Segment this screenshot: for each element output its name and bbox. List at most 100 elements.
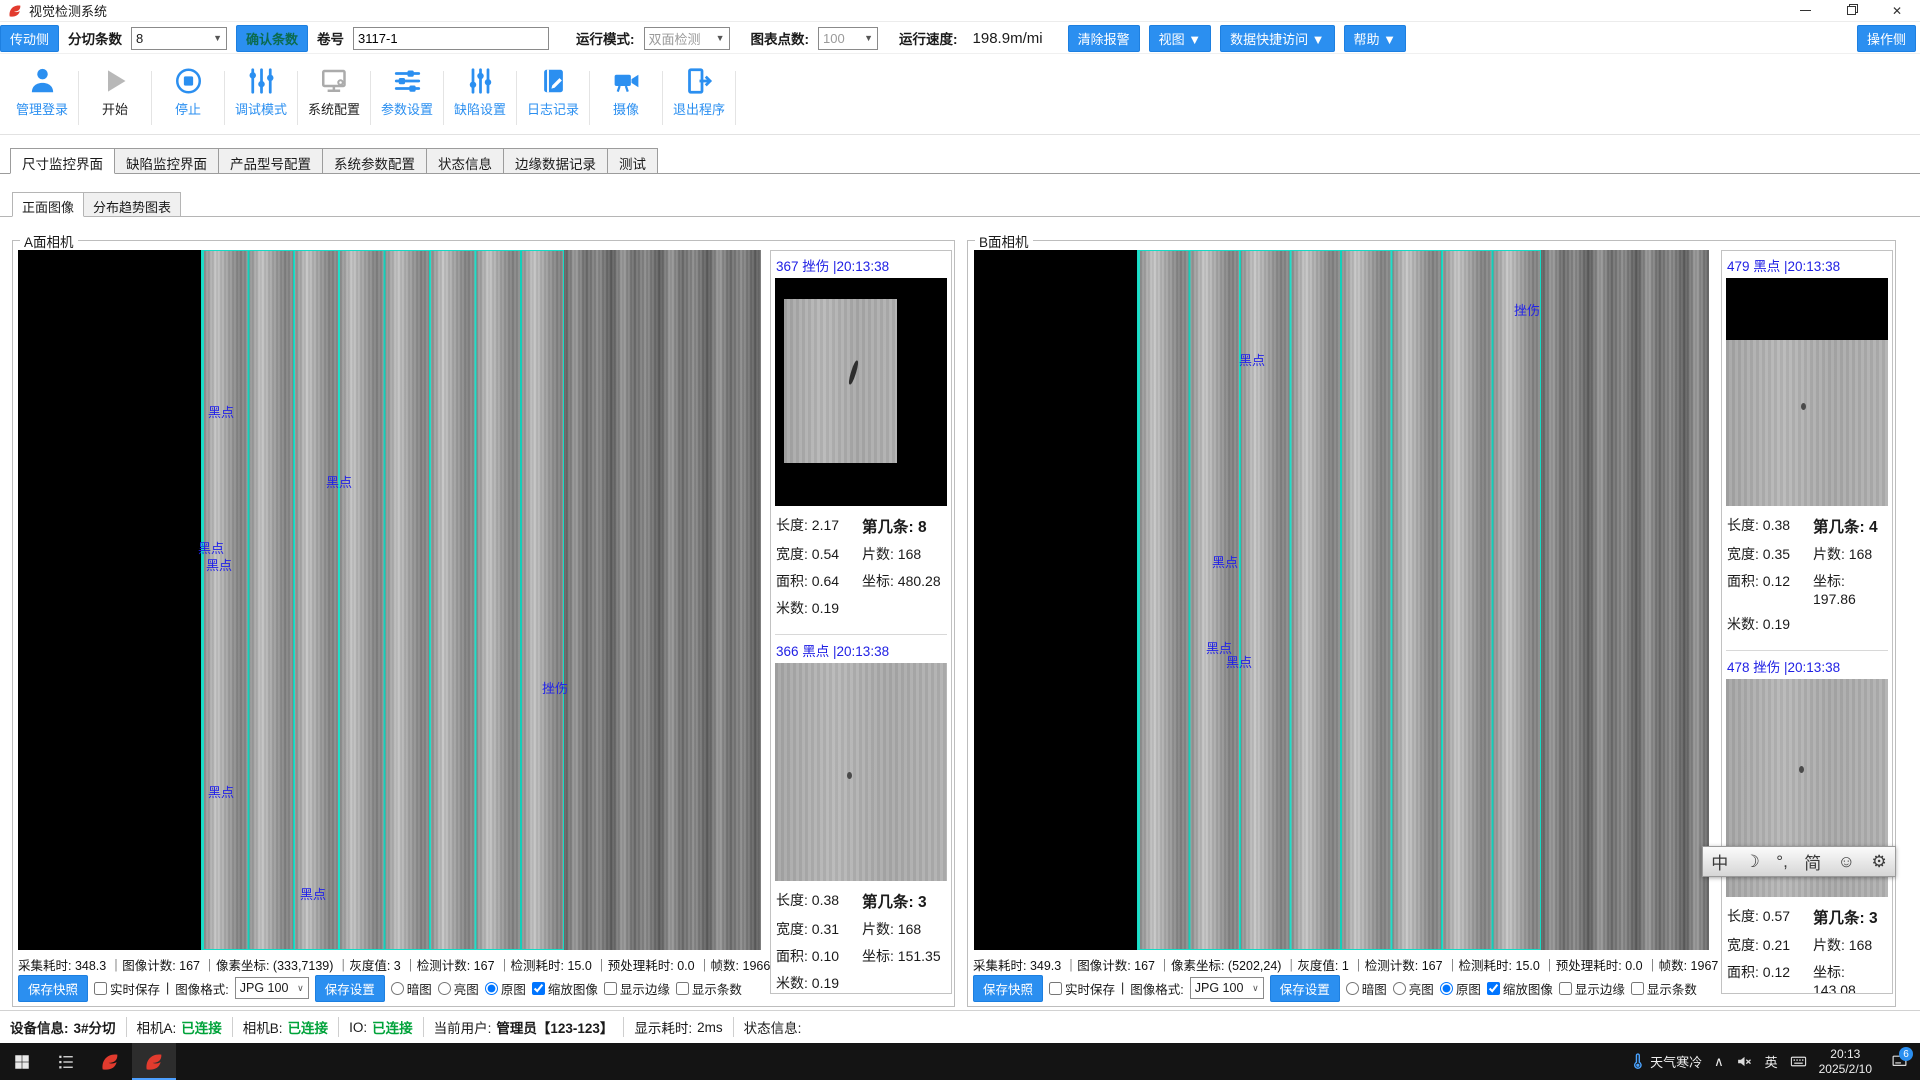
ime-emoji-icon[interactable]: ☺ (1838, 852, 1855, 872)
start-button[interactable] (0, 1043, 44, 1080)
defect-settings-button[interactable]: 缺陷设置 (444, 59, 516, 118)
realtime-save-checkbox[interactable]: 实时保存 (94, 979, 160, 998)
vision-app-icon (99, 1051, 121, 1073)
data-quick-access-menu-button[interactable]: 数据快捷访问 ▼ (1220, 25, 1334, 52)
show-strips-checkbox[interactable]: 显示条数 (1631, 979, 1697, 998)
camera-b-defect-panel: 479 黑点 |20:13:38 长度: 0.38 第几条: 4 宽度: 0.3… (1721, 250, 1893, 994)
tab-test[interactable]: 测试 (608, 148, 658, 174)
admin-login-button[interactable]: 管理登录 (6, 59, 78, 118)
tab-status-info[interactable]: 状态信息 (427, 148, 504, 174)
operator-side-button[interactable]: 操作侧 (1857, 25, 1916, 52)
stat-empty (862, 598, 946, 618)
stat-empty (862, 973, 946, 993)
checkbox[interactable] (1559, 982, 1572, 995)
image-format-select[interactable]: JPG 100∨ (235, 977, 309, 999)
checkbox[interactable] (1487, 982, 1500, 995)
clear-alarm-button[interactable]: 清除报警 (1068, 25, 1140, 52)
original-image-label: 原图 (1456, 979, 1481, 998)
realtime-save-checkbox[interactable]: 实时保存 (1049, 979, 1115, 998)
dark-image-radio[interactable]: 暗图 (1346, 979, 1387, 998)
restore-button[interactable] (1828, 0, 1874, 22)
ime-simplified-mode[interactable]: 简 (1804, 849, 1821, 874)
original-image-radio[interactable]: 原图 (485, 979, 526, 998)
checkbox[interactable] (94, 982, 107, 995)
tab-size-monitor[interactable]: 尺寸监控界面 (10, 148, 115, 174)
minimize-button[interactable] (1782, 0, 1828, 22)
defect-thumbnail[interactable] (775, 663, 947, 881)
show-strips-label: 显示条数 (692, 979, 742, 998)
radio[interactable] (485, 982, 498, 995)
stat-pieces: 片数: 168 (1813, 544, 1887, 564)
save-settings-button[interactable]: 保存设置 (1270, 975, 1340, 1002)
ime-halfmoon-icon[interactable]: ☽ (1745, 852, 1760, 872)
touch-keyboard-icon[interactable] (1790, 1053, 1807, 1070)
checkbox[interactable] (1631, 982, 1644, 995)
save-settings-button[interactable]: 保存设置 (315, 975, 385, 1002)
radio[interactable] (1440, 982, 1453, 995)
view-menu-button[interactable]: 视图 ▼ (1149, 25, 1211, 52)
zoom-image-label: 缩放图像 (1503, 979, 1553, 998)
tab-defect-monitor[interactable]: 缺陷监控界面 (115, 148, 219, 174)
bright-image-radio[interactable]: 亮图 (1393, 979, 1434, 998)
checkbox[interactable] (604, 982, 617, 995)
system-config-button[interactable]: 系统配置 (298, 59, 370, 118)
dark-image-radio[interactable]: 暗图 (391, 979, 432, 998)
clock-widget[interactable]: 20:13 2025/2/10 (1819, 1047, 1872, 1077)
tab-product-model-config[interactable]: 产品型号配置 (219, 148, 323, 174)
bright-image-radio[interactable]: 亮图 (438, 979, 479, 998)
radio[interactable] (438, 982, 451, 995)
subtab-trend-chart[interactable]: 分布趋势图表 (84, 192, 181, 217)
checkbox[interactable] (676, 982, 689, 995)
defect-card: 479 黑点 |20:13:38 长度: 0.38 第几条: 4 宽度: 0.3… (1726, 253, 1888, 638)
pinned-app-button[interactable] (88, 1043, 132, 1080)
close-button[interactable]: ✕ (1874, 0, 1920, 22)
defect-thumbnail[interactable] (775, 278, 947, 506)
task-view-button[interactable] (44, 1043, 88, 1080)
tray-expand-caret[interactable]: ∧ (1714, 1054, 1724, 1070)
original-image-radio[interactable]: 原图 (1440, 979, 1481, 998)
help-menu-button[interactable]: 帮助 ▼ (1344, 25, 1406, 52)
parameter-settings-button[interactable]: 参数设置 (371, 59, 443, 118)
defect-thumbnail[interactable] (1726, 278, 1888, 506)
stop-button[interactable]: 停止 (152, 59, 224, 118)
running-app-button[interactable] (132, 1043, 176, 1080)
weather-widget[interactable]: 天气寒冷 (1629, 1052, 1702, 1071)
snapshot-button[interactable]: 保存快照 (18, 975, 88, 1002)
stop-icon (172, 66, 205, 96)
speaker-muted-icon[interactable] (1736, 1053, 1753, 1070)
radio[interactable] (1346, 982, 1359, 995)
debug-mode-button[interactable]: 调试模式 (225, 59, 297, 118)
subtab-border-line (0, 216, 1920, 217)
sliders-vertical-icon (464, 66, 497, 96)
input-language-indicator[interactable]: 英 (1765, 1052, 1778, 1071)
ime-settings-gear-icon[interactable]: ⚙ (1871, 852, 1886, 872)
tab-system-param-config[interactable]: 系统参数配置 (323, 148, 427, 174)
ime-chinese-mode[interactable]: 中 (1711, 849, 1728, 874)
roll-number-input[interactable] (353, 27, 549, 50)
capture-button[interactable]: 摄像 (590, 59, 662, 118)
action-center-button[interactable]: 6 (1884, 1043, 1914, 1080)
ime-punctuation-icon[interactable]: °, (1776, 852, 1788, 872)
run-mode-select[interactable]: 双面检测 ▼ (644, 27, 730, 50)
show-edges-checkbox[interactable]: 显示边缘 (1559, 979, 1625, 998)
drive-side-button[interactable]: 传动侧 (0, 25, 59, 52)
zoom-image-checkbox[interactable]: 缩放图像 (1487, 979, 1553, 998)
image-format-select[interactable]: JPG 100∨ (1190, 977, 1264, 999)
start-button[interactable]: 开始 (79, 59, 151, 118)
show-edges-checkbox[interactable]: 显示边缘 (604, 979, 670, 998)
radio[interactable] (1393, 982, 1406, 995)
tab-edge-data-record[interactable]: 边缘数据记录 (504, 148, 608, 174)
slit-count-select[interactable]: 8 ▼ (131, 27, 227, 50)
subtab-front-image[interactable]: 正面图像 (12, 192, 84, 217)
strip-region (201, 250, 564, 950)
confirm-count-button[interactable]: 确认条数 (236, 25, 308, 52)
chart-points-select[interactable]: 100 ▼ (818, 27, 878, 50)
radio[interactable] (391, 982, 404, 995)
show-strips-checkbox[interactable]: 显示条数 (676, 979, 742, 998)
checkbox[interactable] (532, 982, 545, 995)
exit-program-button[interactable]: 退出程序 (663, 59, 735, 118)
snapshot-button[interactable]: 保存快照 (973, 975, 1043, 1002)
zoom-image-checkbox[interactable]: 缩放图像 (532, 979, 598, 998)
checkbox[interactable] (1049, 982, 1062, 995)
log-record-button[interactable]: 日志记录 (517, 59, 589, 118)
